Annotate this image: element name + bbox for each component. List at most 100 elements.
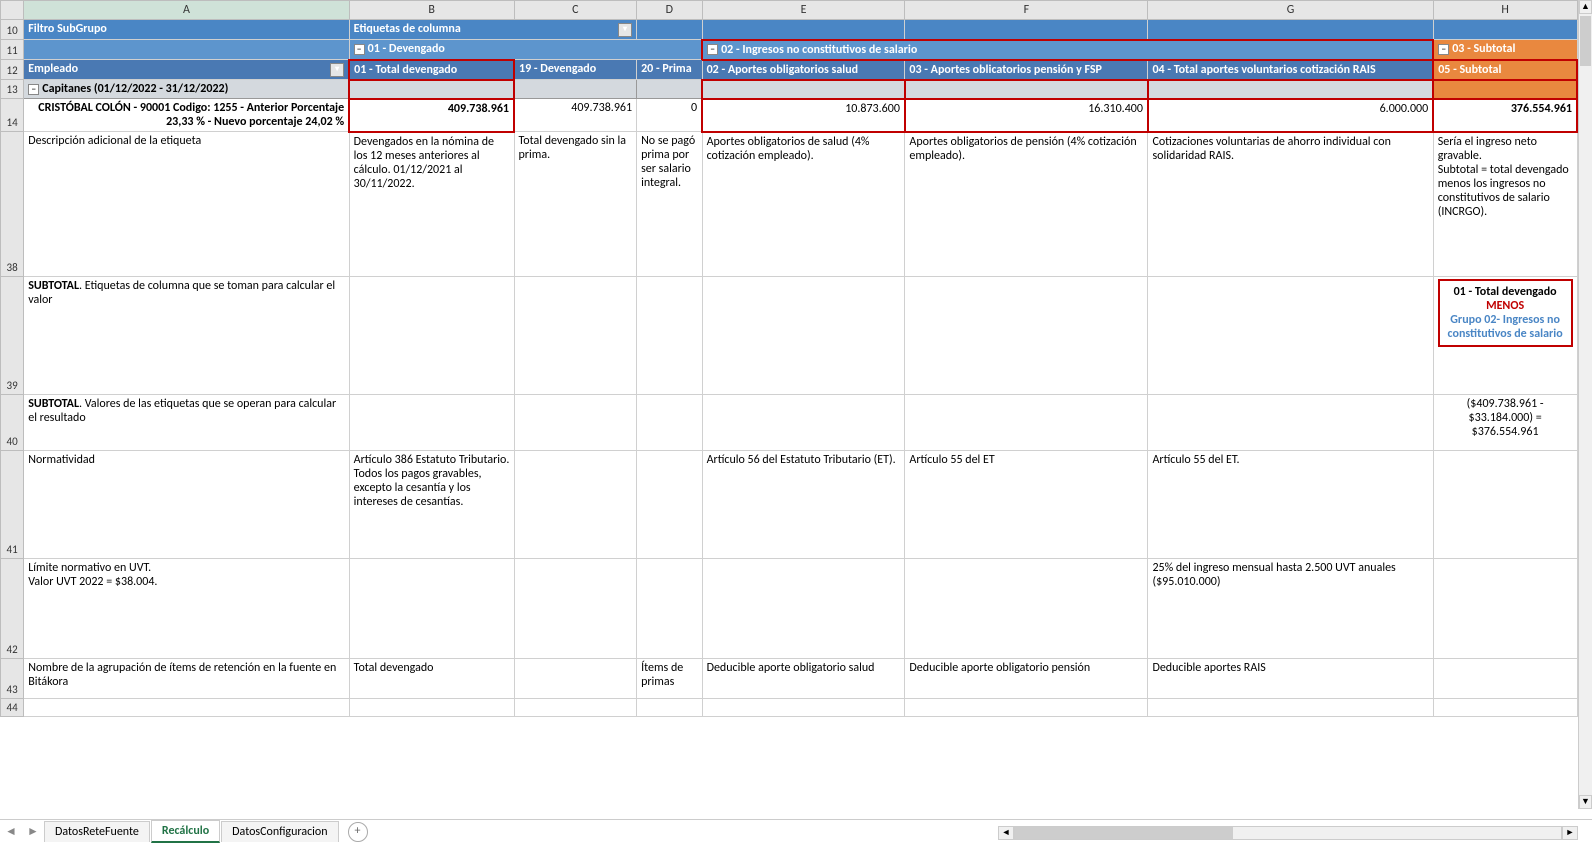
col-header-G[interactable]: G bbox=[1148, 1, 1433, 20]
cell-B11-group[interactable]: −01 - Devengado bbox=[349, 40, 702, 60]
tab-nav-next-icon[interactable]: ► bbox=[22, 824, 44, 839]
cell-H11-group[interactable]: −03 - Subtotal bbox=[1433, 40, 1577, 60]
cell-H42[interactable] bbox=[1433, 559, 1577, 659]
cell-D10[interactable] bbox=[637, 20, 703, 40]
cell-B41[interactable]: Artículo 386 Estatuto Tributario. Todos … bbox=[349, 451, 514, 559]
cell-E13[interactable] bbox=[702, 80, 905, 99]
cell-C12[interactable]: 19 - Devengado bbox=[514, 60, 637, 80]
cell-D40[interactable] bbox=[637, 395, 703, 451]
cell-H13[interactable] bbox=[1433, 80, 1577, 99]
tab-datos-retefuente[interactable]: DatosReteFuente bbox=[44, 821, 150, 842]
scroll-right-icon[interactable]: ► bbox=[1562, 826, 1578, 840]
cell-G41[interactable]: Artículo 55 del ET. bbox=[1148, 451, 1433, 559]
cell-F10[interactable] bbox=[905, 20, 1148, 40]
cell-H10[interactable] bbox=[1433, 20, 1577, 40]
cell-G42[interactable]: 25% del ingreso mensual hasta 2.500 UVT … bbox=[1148, 559, 1433, 659]
cell-B40[interactable] bbox=[349, 395, 514, 451]
cell-D13[interactable] bbox=[637, 80, 703, 99]
col-header-C[interactable]: C bbox=[514, 1, 637, 20]
add-sheet-button[interactable]: + bbox=[348, 822, 368, 842]
cell-H40[interactable]: ($409.738.961 - $33.184.000) = $376.554.… bbox=[1433, 395, 1577, 451]
row-header-41[interactable]: 41 bbox=[1, 451, 24, 559]
collapse-icon[interactable]: − bbox=[28, 84, 39, 95]
cell-E12[interactable]: 02 - Aportes obligatorios salud bbox=[702, 60, 905, 80]
scroll-thumb[interactable] bbox=[1580, 16, 1591, 66]
tab-nav-prev-icon[interactable]: ◄ bbox=[0, 824, 22, 839]
cell-G12[interactable]: 04 - Total aportes voluntarios cotizació… bbox=[1148, 60, 1433, 80]
cell-C43[interactable] bbox=[514, 659, 637, 699]
cell-D14[interactable]: 0 bbox=[637, 99, 703, 132]
cell-H12[interactable]: 05 - Subtotal bbox=[1433, 60, 1577, 80]
row-header-43[interactable]: 43 bbox=[1, 659, 24, 699]
cell-E10[interactable] bbox=[702, 20, 905, 40]
cell-B39[interactable] bbox=[349, 277, 514, 395]
cell-F44[interactable] bbox=[905, 699, 1148, 717]
cell-H39[interactable]: 01 - Total devengado MENOS Grupo 02- Ing… bbox=[1433, 277, 1577, 395]
select-all-cell[interactable] bbox=[1, 1, 24, 20]
row-header-10[interactable]: 10 bbox=[1, 20, 24, 40]
col-header-F[interactable]: F bbox=[905, 1, 1148, 20]
cell-F13[interactable] bbox=[905, 80, 1148, 99]
row-header-38[interactable]: 38 bbox=[1, 132, 24, 277]
row-header-12[interactable]: 12 bbox=[1, 60, 24, 80]
cell-C39[interactable] bbox=[514, 277, 637, 395]
cell-H44[interactable] bbox=[1433, 699, 1577, 717]
cell-E44[interactable] bbox=[702, 699, 905, 717]
collapse-icon[interactable]: − bbox=[707, 44, 718, 55]
cell-H41[interactable] bbox=[1433, 451, 1577, 559]
cell-D42[interactable] bbox=[637, 559, 703, 659]
cell-C41[interactable] bbox=[514, 451, 637, 559]
col-header-B[interactable]: B bbox=[349, 1, 514, 20]
cell-E11-group[interactable]: −02 - Ingresos no constitutivos de salar… bbox=[702, 40, 1433, 60]
cell-F41[interactable]: Artículo 55 del ET bbox=[905, 451, 1148, 559]
cell-E43[interactable]: Deducible aporte obligatorio salud bbox=[702, 659, 905, 699]
cell-C40[interactable] bbox=[514, 395, 637, 451]
cell-F39[interactable] bbox=[905, 277, 1148, 395]
cell-A13[interactable]: −Capitanes (01/12/2022 - 31/12/2022) bbox=[24, 80, 349, 99]
cell-A40[interactable]: SUBTOTAL. Valores de las etiquetas que s… bbox=[24, 395, 349, 451]
cell-F42[interactable] bbox=[905, 559, 1148, 659]
row-header-13[interactable]: 13 bbox=[1, 80, 24, 99]
cell-H14[interactable]: 376.554.961 bbox=[1433, 99, 1577, 132]
cell-D43[interactable]: Ítems de primas bbox=[637, 659, 703, 699]
cell-B42[interactable] bbox=[349, 559, 514, 659]
cell-E41[interactable]: Artículo 56 del Estatuto Tributario (ET)… bbox=[702, 451, 905, 559]
scroll-track[interactable] bbox=[1014, 826, 1562, 840]
cell-D39[interactable] bbox=[637, 277, 703, 395]
cell-D38[interactable]: No se pagó prima por ser salario integra… bbox=[637, 132, 703, 277]
cell-A42[interactable]: Límite normativo en UVT. Valor UVT 2022 … bbox=[24, 559, 349, 659]
col-header-E[interactable]: E bbox=[702, 1, 905, 20]
cell-F43[interactable]: Deducible aporte obligatorio pensión bbox=[905, 659, 1148, 699]
cell-B14[interactable]: 409.738.961 bbox=[349, 99, 514, 132]
cell-B13[interactable] bbox=[349, 80, 514, 99]
cell-G44[interactable] bbox=[1148, 699, 1433, 717]
col-header-D[interactable]: D bbox=[637, 1, 703, 20]
cell-F12[interactable]: 03 - Aportes oblicatorios pensión y FSP bbox=[905, 60, 1148, 80]
row-header-42[interactable]: 42 bbox=[1, 559, 24, 659]
cell-G40[interactable] bbox=[1148, 395, 1433, 451]
cell-A14[interactable]: CRISTÓBAL COLÓN - 90001 Codigo: 1255 - A… bbox=[24, 99, 349, 132]
col-header-A[interactable]: A bbox=[24, 1, 349, 20]
cell-A39[interactable]: SUBTOTAL. Etiquetas de columna que se to… bbox=[24, 277, 349, 395]
row-header-39[interactable]: 39 bbox=[1, 277, 24, 395]
spreadsheet-grid[interactable]: A B C D E F G H 10 Filtro SubGrupo Etiqu… bbox=[0, 0, 1578, 809]
row-header-14[interactable]: 14 bbox=[1, 99, 24, 132]
cell-C13[interactable] bbox=[514, 80, 637, 99]
cell-B44[interactable] bbox=[349, 699, 514, 717]
cell-G14[interactable]: 6.000.000 bbox=[1148, 99, 1433, 132]
collapse-icon[interactable]: − bbox=[354, 44, 365, 55]
cell-D12[interactable]: 20 - Prima bbox=[637, 60, 703, 80]
cell-A11[interactable] bbox=[24, 40, 349, 60]
row-header-44[interactable]: 44 bbox=[1, 699, 24, 717]
cell-C42[interactable] bbox=[514, 559, 637, 659]
cell-E39[interactable] bbox=[702, 277, 905, 395]
cell-G43[interactable]: Deducible aportes RAIS bbox=[1148, 659, 1433, 699]
cell-E42[interactable] bbox=[702, 559, 905, 659]
cell-G13[interactable] bbox=[1148, 80, 1433, 99]
cell-A38[interactable]: Descripción adicional de la etiqueta bbox=[24, 132, 349, 277]
cell-E38[interactable]: Aportes obligatorios de salud (4% cotiza… bbox=[702, 132, 905, 277]
collapse-icon[interactable]: − bbox=[1438, 44, 1449, 55]
cell-D44[interactable] bbox=[637, 699, 703, 717]
cell-B10[interactable]: Etiquetas de columna▾ bbox=[349, 20, 636, 40]
cell-C44[interactable] bbox=[514, 699, 637, 717]
